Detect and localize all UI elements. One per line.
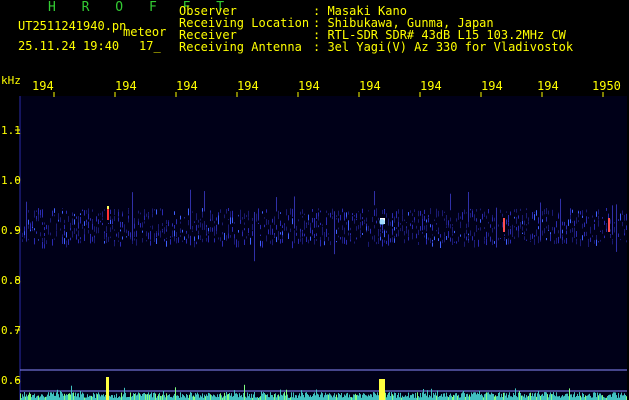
y-tick-label: 0.8 <box>1 274 21 287</box>
y-tick-label: 1.1 <box>1 124 21 137</box>
x-tick-label: 194 <box>237 79 259 93</box>
y-axis-unit: kHz <box>1 74 21 87</box>
y-tick-label: 0.7 <box>1 324 21 337</box>
x-tick-label: 194 <box>32 79 54 93</box>
x-tick-label: 194 <box>298 79 320 93</box>
x-tick-label: 194 <box>115 79 137 93</box>
plot-area <box>20 96 627 400</box>
x-tick-label: 194 <box>420 79 442 93</box>
y-tick-label: 0.9 <box>1 224 21 237</box>
peak-signal <box>379 379 385 400</box>
y-tick-marks <box>15 129 20 381</box>
y-tick-label: 1.0 <box>1 174 21 187</box>
spectrogram-plot <box>15 92 627 400</box>
x-tick-label: 194 <box>176 79 198 93</box>
peak-signal-2 <box>106 377 109 400</box>
x-tick-label: 194 <box>359 79 381 93</box>
x-tick-label: 1950 <box>592 79 621 93</box>
x-tick-label: 194 <box>537 79 559 93</box>
y-tick-label: 0.6 <box>1 374 21 387</box>
x-tick-label: 194 <box>481 79 503 93</box>
